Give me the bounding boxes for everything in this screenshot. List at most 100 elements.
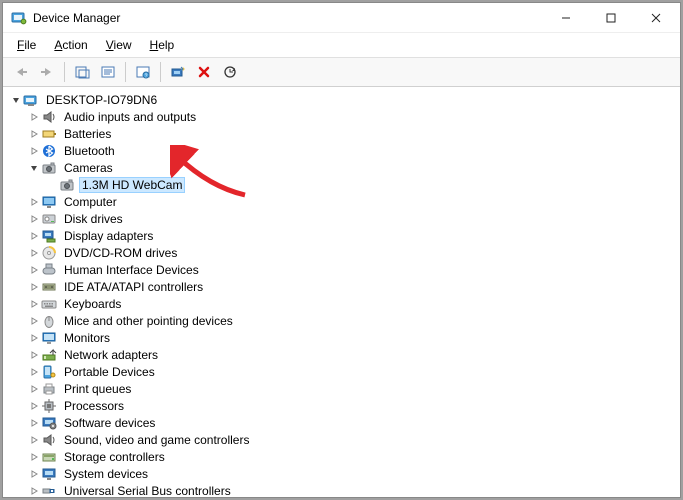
category-storage[interactable]: Storage controllers bbox=[5, 448, 678, 465]
category-keyboards[interactable]: Keyboards bbox=[5, 295, 678, 312]
category-network[interactable]: Network adapters bbox=[5, 346, 678, 363]
network-icon bbox=[41, 347, 57, 363]
system-icon bbox=[41, 466, 57, 482]
chevron-right-icon[interactable] bbox=[27, 212, 41, 226]
category-label: IDE ATA/ATAPI controllers bbox=[61, 280, 206, 294]
category-label: Storage controllers bbox=[61, 450, 168, 464]
category-disk[interactable]: Disk drives bbox=[5, 210, 678, 227]
category-portable[interactable]: Portable Devices bbox=[5, 363, 678, 380]
disk-icon bbox=[41, 211, 57, 227]
help-button[interactable]: ? bbox=[131, 61, 155, 83]
chevron-right-icon[interactable] bbox=[27, 127, 41, 141]
category-sound[interactable]: Sound, video and game controllers bbox=[5, 431, 678, 448]
forward-button[interactable] bbox=[35, 61, 59, 83]
chevron-right-icon[interactable] bbox=[27, 246, 41, 260]
chevron-right-icon[interactable] bbox=[27, 348, 41, 362]
chevron-right-icon[interactable] bbox=[27, 280, 41, 294]
device-tree[interactable]: DESKTOP-IO79DN6Audio inputs and outputsB… bbox=[3, 87, 680, 497]
category-root[interactable]: DESKTOP-IO79DN6 bbox=[5, 91, 678, 108]
chevron-right-icon[interactable] bbox=[27, 229, 41, 243]
chevron-right-icon[interactable] bbox=[27, 314, 41, 328]
category-label: Audio inputs and outputs bbox=[61, 110, 199, 124]
category-batteries[interactable]: Batteries bbox=[5, 125, 678, 142]
category-label: Sound, video and game controllers bbox=[61, 433, 252, 447]
category-monitors[interactable]: Monitors bbox=[5, 329, 678, 346]
chevron-right-icon[interactable] bbox=[27, 195, 41, 209]
chevron-right-icon[interactable] bbox=[27, 484, 41, 498]
printer-icon bbox=[41, 381, 57, 397]
scan-button[interactable] bbox=[166, 61, 190, 83]
show-hidden-button[interactable] bbox=[70, 61, 94, 83]
monitor-icon bbox=[41, 330, 57, 346]
chevron-down-icon[interactable] bbox=[9, 93, 23, 107]
category-label: Print queues bbox=[61, 382, 134, 396]
category-ide[interactable]: IDE ATA/ATAPI controllers bbox=[5, 278, 678, 295]
cpu-icon bbox=[41, 398, 57, 414]
ide-icon bbox=[41, 279, 57, 295]
category-print[interactable]: Print queues bbox=[5, 380, 678, 397]
category-cameras[interactable]: Cameras bbox=[5, 159, 678, 176]
properties-button[interactable] bbox=[96, 61, 120, 83]
chevron-right-icon[interactable] bbox=[27, 297, 41, 311]
device-webcam[interactable]: 1.3M HD WebCam bbox=[5, 176, 678, 193]
chevron-right-icon[interactable] bbox=[27, 450, 41, 464]
menu-help-label: elp bbox=[158, 38, 174, 52]
camera-icon bbox=[59, 177, 75, 193]
category-mice[interactable]: Mice and other pointing devices bbox=[5, 312, 678, 329]
category-software[interactable]: Software devices bbox=[5, 414, 678, 431]
hid-icon bbox=[41, 262, 57, 278]
monitor-blue-icon bbox=[41, 194, 57, 210]
category-label: System devices bbox=[61, 467, 151, 481]
chevron-right-icon[interactable] bbox=[27, 416, 41, 430]
battery-icon bbox=[41, 126, 57, 142]
category-label: Monitors bbox=[61, 331, 113, 345]
chevron-right-icon[interactable] bbox=[27, 110, 41, 124]
category-label: Display adapters bbox=[61, 229, 156, 243]
menu-view-label: iew bbox=[114, 38, 132, 52]
menu-view[interactable]: View bbox=[98, 35, 140, 55]
chevron-down-icon[interactable] bbox=[27, 161, 41, 175]
menu-help[interactable]: Help bbox=[142, 35, 183, 55]
computer-icon bbox=[23, 92, 39, 108]
menu-file[interactable]: File bbox=[9, 35, 44, 55]
chevron-right-icon[interactable] bbox=[27, 399, 41, 413]
back-button[interactable] bbox=[9, 61, 33, 83]
svg-text:?: ? bbox=[145, 74, 148, 80]
category-hid[interactable]: Human Interface Devices bbox=[5, 261, 678, 278]
toolbar-separator bbox=[64, 62, 65, 82]
device-label: 1.3M HD WebCam bbox=[79, 177, 185, 193]
category-usb[interactable]: Universal Serial Bus controllers bbox=[5, 482, 678, 497]
menu-file-label: ile bbox=[24, 38, 36, 52]
category-system[interactable]: System devices bbox=[5, 465, 678, 482]
chevron-right-icon[interactable] bbox=[27, 433, 41, 447]
category-label: Bluetooth bbox=[61, 144, 118, 158]
delete-button[interactable] bbox=[192, 61, 216, 83]
app-icon bbox=[11, 10, 27, 26]
category-display[interactable]: Display adapters bbox=[5, 227, 678, 244]
category-bluetooth[interactable]: Bluetooth bbox=[5, 142, 678, 159]
software-icon bbox=[41, 415, 57, 431]
maximize-button[interactable] bbox=[588, 3, 633, 32]
category-processors[interactable]: Processors bbox=[5, 397, 678, 414]
category-audio[interactable]: Audio inputs and outputs bbox=[5, 108, 678, 125]
device-manager-window: Device Manager File Action View Help ? D… bbox=[2, 2, 681, 498]
bluetooth-icon bbox=[41, 143, 57, 159]
category-label: Software devices bbox=[61, 416, 158, 430]
toolbar: ? bbox=[3, 58, 680, 87]
dvd-icon bbox=[41, 245, 57, 261]
category-label: Disk drives bbox=[61, 212, 126, 226]
chevron-right-icon[interactable] bbox=[27, 263, 41, 277]
minimize-button[interactable] bbox=[543, 3, 588, 32]
chevron-right-icon[interactable] bbox=[27, 331, 41, 345]
chevron-right-icon[interactable] bbox=[27, 144, 41, 158]
chevron-right-icon[interactable] bbox=[27, 365, 41, 379]
close-button[interactable] bbox=[633, 3, 678, 32]
update-driver-button[interactable] bbox=[218, 61, 242, 83]
chevron-right-icon[interactable] bbox=[27, 382, 41, 396]
menu-bar: File Action View Help bbox=[3, 33, 680, 58]
chevron-right-icon[interactable] bbox=[27, 467, 41, 481]
usb-icon bbox=[41, 483, 57, 498]
category-dvd[interactable]: DVD/CD-ROM drives bbox=[5, 244, 678, 261]
category-computer[interactable]: Computer bbox=[5, 193, 678, 210]
menu-action[interactable]: Action bbox=[46, 35, 95, 55]
